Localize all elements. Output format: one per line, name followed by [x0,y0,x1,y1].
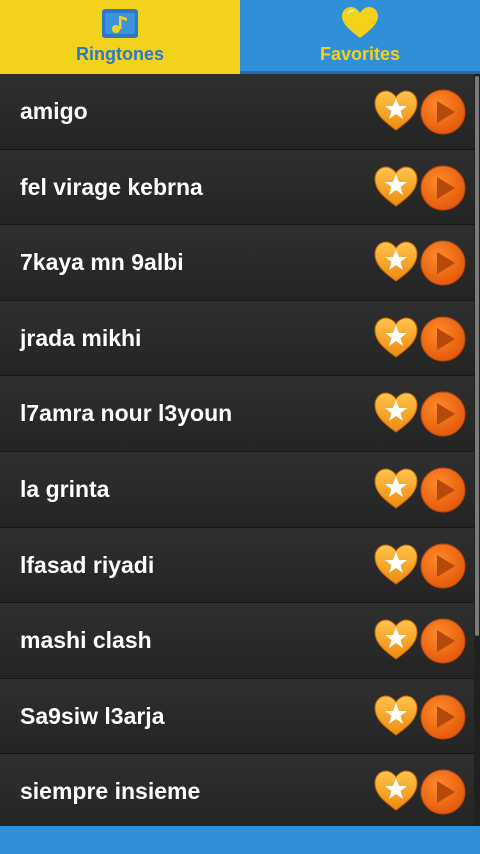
play-icon[interactable] [419,768,467,816]
tab-bar: Ringtones Favorites [0,0,480,74]
heart-star-icon[interactable] [373,695,419,737]
ringtone-title: Sa9siw l3arja [20,702,165,729]
list-item[interactable]: amigo [0,74,474,150]
heart-icon [342,7,378,38]
ringtone-title: amigo [20,98,88,124]
list-item[interactable]: l7amra nour l3youn [0,376,474,452]
list-item[interactable]: Sa9siw l3arja [0,678,474,755]
ringtone-title: mashi clash [20,627,152,654]
bottom-bar [0,826,480,854]
list-item[interactable]: jrada mikhi [0,300,474,377]
ringtone-title: jrada mikhi [20,324,142,351]
tab-favorites-label: Favorites [319,44,401,64]
play-icon[interactable] [419,88,467,136]
list-item[interactable]: 7kaya mn 9albi [0,225,474,301]
play-icon[interactable] [419,617,467,665]
list-item[interactable]: la grinta [0,451,474,528]
folder-music-icon [102,9,138,38]
list-item[interactable]: mashi clash [0,603,474,679]
ringtone-list: amigo fel virage kebrna 7kaya mn 9albi jrad… [0,74,474,830]
play-icon[interactable] [419,390,467,438]
heart-star-icon[interactable] [373,468,419,510]
heart-star-icon[interactable] [373,241,419,283]
heart-star-icon[interactable] [373,544,419,586]
heart-star-icon[interactable] [373,90,419,132]
ringtone-title: 7kaya mn 9albi [20,249,184,276]
ringtone-title: lfasad riyadi [20,551,155,578]
heart-star-icon[interactable] [373,770,419,812]
heart-star-icon[interactable] [373,619,419,661]
list-item[interactable]: lfasad riyadi [0,527,474,604]
ringtone-title: l7amra nour l3youn [20,400,233,427]
tab-ringtones[interactable]: Ringtones [0,0,240,74]
list-item[interactable]: fel virage kebrna [0,149,474,226]
list-item[interactable]: siempre insieme [0,754,474,830]
ringtone-title: fel virage kebrna [20,173,203,200]
tab-favorites[interactable]: Favorites [240,0,480,74]
play-icon[interactable] [419,693,467,741]
play-icon[interactable] [419,542,467,590]
scroll-thumb[interactable] [475,76,479,636]
play-icon[interactable] [419,466,467,514]
play-icon[interactable] [419,315,467,363]
heart-star-icon[interactable] [373,392,419,434]
heart-star-icon[interactable] [373,166,419,208]
play-icon[interactable] [419,164,467,212]
heart-star-icon[interactable] [373,317,419,359]
tab-ringtones-label: Ringtones [76,44,164,64]
ringtone-title: siempre insieme [20,778,201,805]
scrollbar[interactable] [474,74,480,826]
ringtone-title: la grinta [20,475,110,502]
play-icon[interactable] [419,239,467,287]
